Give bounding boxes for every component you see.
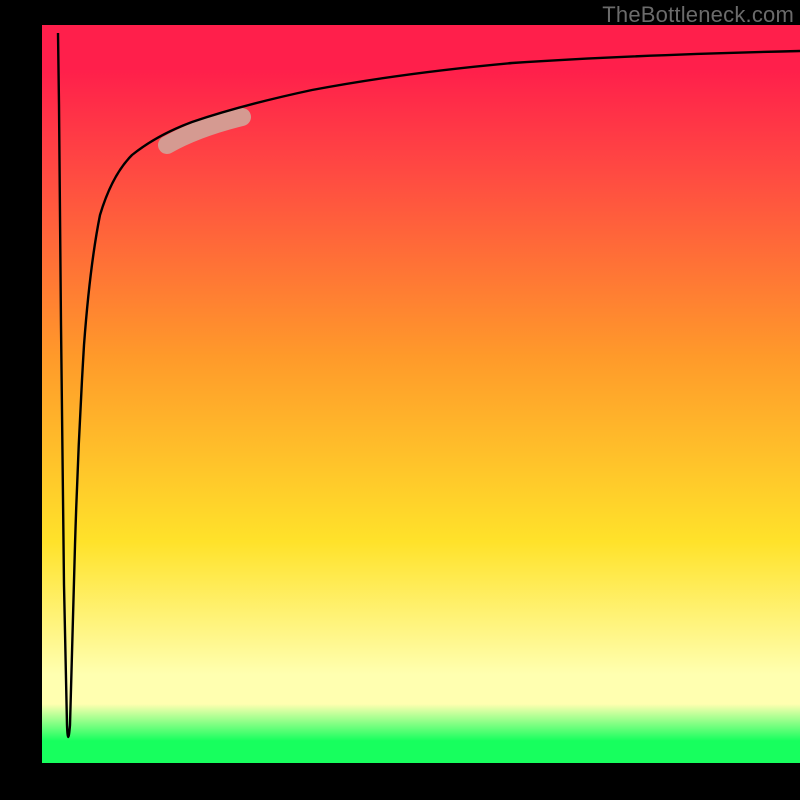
curve-highlight	[167, 117, 242, 145]
watermark-text: TheBottleneck.com	[602, 2, 794, 28]
chart-frame: TheBottleneck.com	[0, 0, 800, 800]
curve-layer	[42, 25, 800, 763]
plot-area	[42, 25, 800, 763]
